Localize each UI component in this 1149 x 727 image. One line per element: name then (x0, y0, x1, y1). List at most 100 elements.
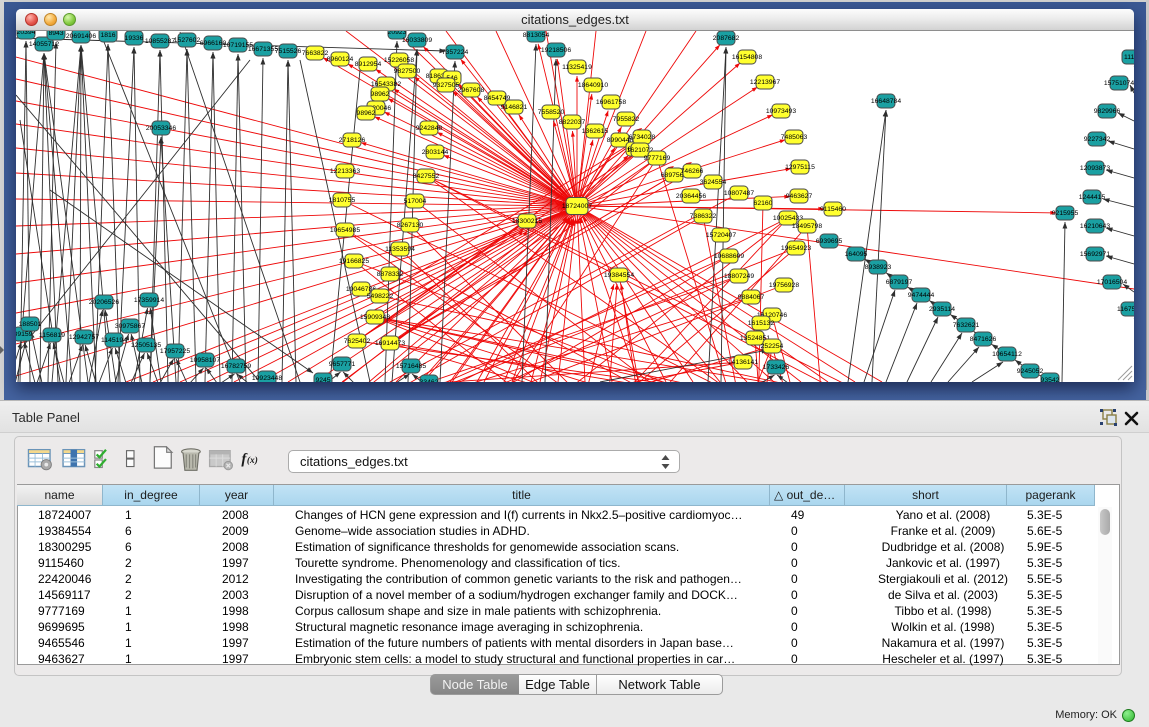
svg-text:15226058: 15226058 (384, 57, 414, 64)
svg-text:14136141: 14136141 (728, 359, 758, 366)
svg-text:20691406: 20691406 (66, 33, 96, 40)
svg-text:10855287: 10855287 (145, 38, 175, 45)
svg-text:18724007: 18724007 (562, 203, 592, 210)
svg-text:7515526: 7515526 (275, 48, 302, 55)
svg-text:19336: 19336 (125, 35, 144, 42)
svg-text:1362615: 1362615 (582, 128, 609, 135)
svg-text:9242848: 9242848 (416, 125, 443, 132)
svg-text:19756928: 19756928 (769, 282, 799, 289)
svg-text:17016504: 17016504 (1097, 279, 1127, 286)
svg-text:62160: 62160 (754, 200, 773, 207)
svg-text:9227342: 9227342 (1084, 136, 1111, 143)
svg-text:15692971: 15692971 (1080, 251, 1110, 258)
svg-text:11353594: 11353594 (385, 246, 415, 253)
svg-text:7485063: 7485063 (781, 134, 808, 141)
svg-text:252254: 252254 (761, 343, 784, 350)
svg-text:6734028: 6734028 (629, 134, 656, 141)
svg-text:16210643: 16210643 (1080, 223, 1110, 230)
svg-text:98962: 98962 (357, 110, 376, 117)
svg-text:1615132: 1615132 (748, 320, 775, 327)
svg-text:517004: 517004 (404, 198, 427, 205)
svg-text:9884067: 9884067 (738, 294, 765, 301)
svg-text:2718126: 2718126 (339, 137, 366, 144)
svg-text:164095: 164095 (845, 251, 868, 258)
svg-text:10654985: 10654985 (330, 227, 360, 234)
svg-text:8822037: 8822037 (559, 119, 586, 126)
svg-text:2087682: 2087682 (713, 35, 740, 42)
svg-text:8943: 8943 (48, 31, 63, 37)
svg-text:1733426: 1733426 (763, 364, 790, 371)
svg-text:39159: 39159 (16, 331, 33, 338)
svg-text:12213363: 12213363 (330, 168, 360, 175)
svg-text:16648784: 16648784 (871, 98, 901, 105)
svg-text:19166825: 19166825 (339, 258, 369, 265)
svg-text:746266: 746266 (681, 168, 704, 175)
svg-text:7357224: 7357224 (442, 49, 469, 56)
svg-text:15909348: 15909348 (360, 314, 390, 321)
svg-text:188501: 188501 (19, 321, 42, 328)
svg-text:12213967: 12213967 (750, 79, 780, 86)
svg-text:9777169: 9777169 (644, 155, 671, 162)
svg-text:7558520: 7558520 (538, 109, 565, 116)
svg-text:6939695: 6939695 (816, 238, 843, 245)
svg-text:16782759: 16782759 (221, 363, 251, 370)
svg-text:3624554: 3624554 (700, 179, 727, 186)
svg-text:9115460: 9115460 (820, 206, 846, 213)
svg-text:1244415: 1244415 (1079, 194, 1106, 201)
svg-text:10807487: 10807487 (724, 190, 754, 197)
svg-text:1810755: 1810755 (329, 197, 356, 204)
svg-text:8938923: 8938923 (865, 264, 892, 271)
svg-text:16154808: 16154808 (732, 54, 762, 61)
svg-text:93542: 93542 (1041, 377, 1060, 382)
svg-text:2803144: 2803144 (422, 149, 449, 156)
svg-text:6879197: 6879197 (886, 279, 913, 286)
svg-text:10973493: 10973493 (766, 108, 796, 115)
svg-text:10688609: 10688609 (714, 253, 744, 260)
svg-text:20394: 20394 (17, 31, 36, 36)
svg-text:8427552: 8427552 (413, 173, 440, 180)
svg-text:8471626: 8471626 (970, 336, 997, 343)
svg-text:9245052: 9245052 (1017, 368, 1044, 375)
svg-text:20364456: 20364456 (676, 193, 706, 200)
svg-text:15720407: 15720407 (706, 232, 736, 239)
svg-text:12942757: 12942757 (69, 334, 99, 341)
svg-text:14055712: 14055712 (29, 41, 59, 48)
svg-text:19384554: 19384554 (604, 272, 634, 279)
svg-text:(x): (x) (247, 455, 258, 466)
svg-text:16914473: 16914473 (375, 340, 405, 347)
svg-text:8813054: 8813054 (523, 32, 550, 39)
svg-text:19654923: 19654923 (781, 245, 811, 252)
svg-text:18300215: 18300215 (512, 218, 542, 225)
svg-text:16033809: 16033809 (402, 37, 432, 44)
svg-text:9829966: 9829966 (1094, 108, 1121, 115)
svg-text:12505135: 12505135 (131, 342, 161, 349)
svg-text:1112: 1112 (1124, 54, 1134, 61)
svg-text:1145194: 1145194 (101, 337, 127, 344)
svg-text:9146821: 9146821 (501, 104, 528, 111)
svg-text:10923448: 10923448 (252, 375, 282, 382)
svg-text:7955822: 7955822 (613, 116, 640, 123)
svg-text:7625402: 7625402 (344, 338, 371, 345)
svg-text:18640910: 18640910 (578, 82, 608, 89)
svg-text:9245: 9245 (315, 377, 330, 382)
svg-text:19218506: 19218506 (541, 47, 571, 54)
svg-text:7386322: 7386322 (690, 213, 717, 220)
svg-text:10958107: 10958107 (190, 357, 220, 364)
svg-text:8912954: 8912954 (355, 61, 382, 68)
svg-text:98962: 98962 (371, 91, 390, 98)
svg-text:9215955: 9215955 (1052, 210, 1079, 217)
svg-text:8267130: 8267130 (397, 222, 424, 229)
svg-text:12093873: 12093873 (1080, 165, 1110, 172)
svg-text:15716485: 15716485 (396, 363, 426, 370)
svg-text:18495798: 18495798 (792, 223, 822, 230)
svg-text:1156819: 1156819 (39, 332, 65, 339)
svg-text:15751074: 15751074 (1104, 80, 1134, 87)
svg-text:2935114: 2935114 (929, 306, 955, 313)
svg-text:20206526: 20206526 (89, 299, 119, 306)
svg-text:17957225: 17957225 (160, 348, 190, 355)
svg-text:20053346: 20053346 (146, 125, 176, 132)
svg-text:12975115: 12975115 (785, 164, 815, 171)
svg-text:30975867: 30975867 (115, 323, 145, 330)
svg-text:9474444: 9474444 (908, 292, 935, 299)
svg-text:1167533: 1167533 (1117, 306, 1134, 313)
